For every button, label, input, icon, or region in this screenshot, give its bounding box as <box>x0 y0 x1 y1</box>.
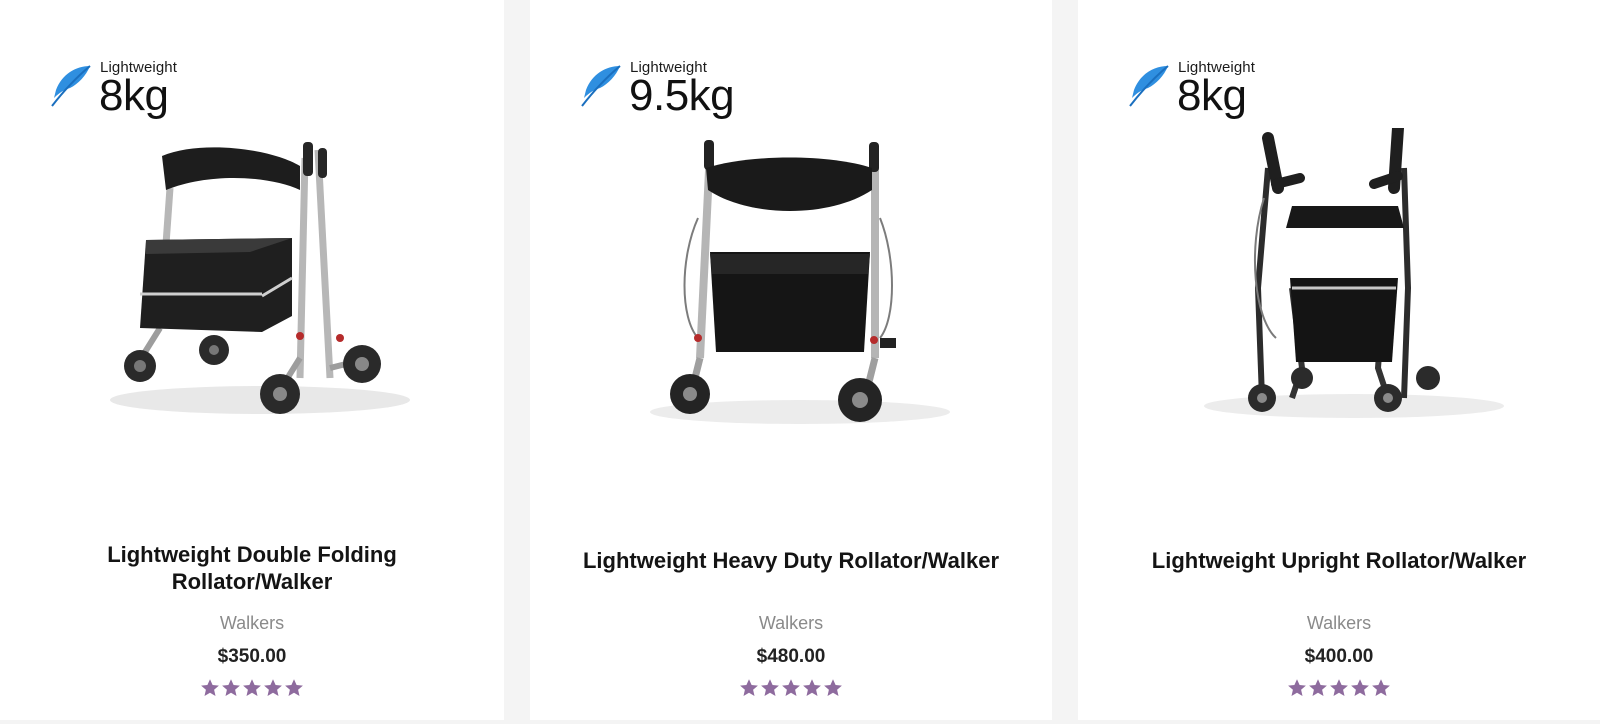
product-title[interactable]: Lightweight Heavy Duty Rollator/Walker <box>561 547 1021 574</box>
product-card[interactable]: Lightweight 8kg Lightweight Double Foldi… <box>0 0 504 720</box>
star-icon <box>1308 678 1328 698</box>
rollator-image <box>110 142 410 414</box>
product-price: $480.00 <box>756 646 826 667</box>
star-icon <box>263 678 283 698</box>
product-card[interactable]: Lightweight 8kg Lightweight Upright Roll… <box>1078 0 1600 720</box>
product-grid: Lightweight 8kg Lightweight Double Foldi… <box>0 0 1600 724</box>
badge-weight: 8kg <box>99 71 169 120</box>
star-rating <box>1078 678 1600 698</box>
star-icon <box>802 678 822 698</box>
product-info: Lightweight Double Folding Rollator/Walk… <box>0 541 504 698</box>
product-category[interactable]: Walkers <box>1078 613 1600 634</box>
product-image-double-folding-rollator[interactable] <box>0 128 504 458</box>
feather-icon <box>581 65 621 107</box>
feather-icon <box>1129 65 1169 107</box>
product-image-upright-rollator[interactable] <box>1078 122 1600 458</box>
weight-badge: Lightweight 8kg <box>1126 56 1266 122</box>
star-icon <box>242 678 262 698</box>
star-icon <box>1371 678 1391 698</box>
star-icon <box>200 678 220 698</box>
star-icon <box>760 678 780 698</box>
star-icon <box>823 678 843 698</box>
star-icon <box>1350 678 1370 698</box>
star-icon <box>1329 678 1349 698</box>
product-price: $350.00 <box>217 646 287 667</box>
weight-badge: Lightweight 9.5kg <box>578 56 735 122</box>
star-icon <box>739 678 759 698</box>
rollator-image <box>1204 122 1504 418</box>
product-title[interactable]: Lightweight Double Folding Rollator/Walk… <box>72 541 432 595</box>
product-info: Lightweight Heavy Duty Rollator/Walker W… <box>530 547 1052 698</box>
product-card[interactable]: Lightweight 9.5kg Lightweight Heavy Duty… <box>530 0 1052 720</box>
badge-weight: 9.5kg <box>629 71 735 120</box>
weight-badge: Lightweight 8kg <box>48 56 188 122</box>
star-rating <box>0 678 504 698</box>
feather-icon <box>51 65 91 107</box>
star-icon <box>1287 678 1307 698</box>
product-info: Lightweight Upright Rollator/Walker Walk… <box>1078 547 1600 698</box>
product-category[interactable]: Walkers <box>530 613 1052 634</box>
star-rating <box>530 678 1052 698</box>
product-image-heavy-duty-rollator[interactable] <box>530 128 1052 458</box>
star-icon <box>781 678 801 698</box>
rollator-image <box>650 140 950 424</box>
star-icon <box>284 678 304 698</box>
star-icon <box>221 678 241 698</box>
product-category[interactable]: Walkers <box>0 613 504 634</box>
product-title[interactable]: Lightweight Upright Rollator/Walker <box>1109 547 1569 574</box>
product-price: $400.00 <box>1304 646 1374 667</box>
badge-weight: 8kg <box>1177 71 1247 120</box>
